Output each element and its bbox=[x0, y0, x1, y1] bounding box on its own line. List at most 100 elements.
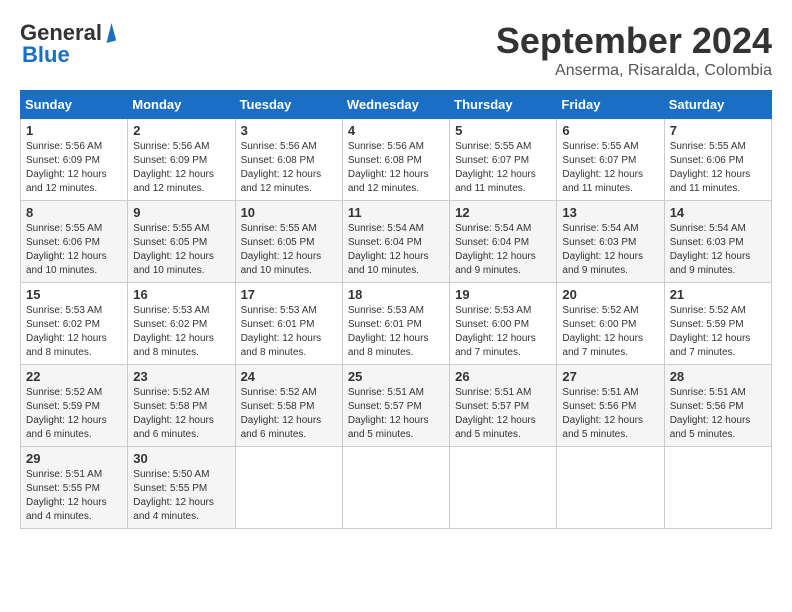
day-number: 11 bbox=[348, 205, 444, 220]
day-number: 7 bbox=[670, 123, 766, 138]
column-header-tuesday: Tuesday bbox=[235, 91, 342, 119]
day-detail: Sunrise: 5:52 AM Sunset: 5:59 PM Dayligh… bbox=[26, 386, 122, 442]
calendar-cell: 2 Sunrise: 5:56 AM Sunset: 6:09 PM Daylig… bbox=[128, 119, 235, 201]
calendar-cell: 12 Sunrise: 5:54 AM Sunset: 6:04 PM Dayli… bbox=[450, 201, 557, 283]
day-number: 8 bbox=[26, 205, 122, 220]
column-header-thursday: Thursday bbox=[450, 91, 557, 119]
location-subtitle: Anserma, Risaralda, Colombia bbox=[496, 62, 772, 80]
day-detail: Sunrise: 5:56 AM Sunset: 6:09 PM Dayligh… bbox=[26, 140, 122, 196]
day-number: 26 bbox=[455, 369, 551, 384]
calendar-cell: 14 Sunrise: 5:54 AM Sunset: 6:03 PM Dayli… bbox=[664, 201, 771, 283]
day-number: 23 bbox=[133, 369, 229, 384]
day-number: 25 bbox=[348, 369, 444, 384]
day-detail: Sunrise: 5:56 AM Sunset: 6:08 PM Dayligh… bbox=[348, 140, 444, 196]
day-number: 15 bbox=[26, 287, 122, 302]
day-number: 18 bbox=[348, 287, 444, 302]
day-number: 1 bbox=[26, 123, 122, 138]
calendar-cell: 13 Sunrise: 5:54 AM Sunset: 6:03 PM Dayli… bbox=[557, 201, 664, 283]
day-number: 30 bbox=[133, 451, 229, 466]
calendar-cell: 7 Sunrise: 5:55 AM Sunset: 6:06 PM Daylig… bbox=[664, 119, 771, 201]
calendar-cell bbox=[450, 447, 557, 529]
day-number: 10 bbox=[241, 205, 337, 220]
calendar-week-row: 22Sunrise: 5:52 AM Sunset: 5:59 PM Dayli… bbox=[21, 365, 772, 447]
calendar-cell: 23Sunrise: 5:52 AM Sunset: 5:58 PM Dayli… bbox=[128, 365, 235, 447]
calendar-week-row: 1 Sunrise: 5:56 AM Sunset: 6:09 PM Daylig… bbox=[21, 119, 772, 201]
day-detail: Sunrise: 5:56 AM Sunset: 6:08 PM Dayligh… bbox=[241, 140, 337, 196]
calendar-cell: 3 Sunrise: 5:56 AM Sunset: 6:08 PM Daylig… bbox=[235, 119, 342, 201]
calendar-cell: 6Sunrise: 5:55 AM Sunset: 6:07 PM Daylig… bbox=[557, 119, 664, 201]
calendar-cell bbox=[235, 447, 342, 529]
day-detail: Sunrise: 5:55 AM Sunset: 6:07 PM Dayligh… bbox=[455, 140, 551, 196]
day-detail: Sunrise: 5:51 AM Sunset: 5:55 PM Dayligh… bbox=[26, 468, 122, 524]
day-detail: Sunrise: 5:54 AM Sunset: 6:03 PM Dayligh… bbox=[670, 222, 766, 278]
title-section: September 2024 Anserma, Risaralda, Colom… bbox=[496, 20, 772, 80]
column-header-saturday: Saturday bbox=[664, 91, 771, 119]
day-number: 4 bbox=[348, 123, 444, 138]
day-number: 2 bbox=[133, 123, 229, 138]
day-number: 5 bbox=[455, 123, 551, 138]
column-header-wednesday: Wednesday bbox=[342, 91, 449, 119]
calendar-week-row: 15 Sunrise: 5:53 AM Sunset: 6:02 PM Dayli… bbox=[21, 283, 772, 365]
calendar-cell: 19Sunrise: 5:53 AM Sunset: 6:00 PM Dayli… bbox=[450, 283, 557, 365]
day-detail: Sunrise: 5:56 AM Sunset: 6:09 PM Dayligh… bbox=[133, 140, 229, 196]
calendar-cell bbox=[664, 447, 771, 529]
header: General Blue September 2024 Anserma, Ris… bbox=[20, 20, 772, 80]
calendar-cell: 5 Sunrise: 5:55 AM Sunset: 6:07 PM Daylig… bbox=[450, 119, 557, 201]
day-number: 12 bbox=[455, 205, 551, 220]
calendar-week-row: 8 Sunrise: 5:55 AM Sunset: 6:06 PM Daylig… bbox=[21, 201, 772, 283]
calendar-cell: 1 Sunrise: 5:56 AM Sunset: 6:09 PM Daylig… bbox=[21, 119, 128, 201]
column-header-sunday: Sunday bbox=[21, 91, 128, 119]
day-number: 29 bbox=[26, 451, 122, 466]
day-number: 3 bbox=[241, 123, 337, 138]
day-detail: Sunrise: 5:52 AM Sunset: 5:59 PM Dayligh… bbox=[670, 304, 766, 360]
day-number: 16 bbox=[133, 287, 229, 302]
calendar-cell: 11Sunrise: 5:54 AM Sunset: 6:04 PM Dayli… bbox=[342, 201, 449, 283]
day-detail: Sunrise: 5:55 AM Sunset: 6:05 PM Dayligh… bbox=[133, 222, 229, 278]
calendar-cell: 25 Sunrise: 5:51 AM Sunset: 5:57 PM Dayli… bbox=[342, 365, 449, 447]
calendar-header-row: SundayMondayTuesdayWednesdayThursdayFrid… bbox=[21, 91, 772, 119]
day-detail: Sunrise: 5:51 AM Sunset: 5:56 PM Dayligh… bbox=[670, 386, 766, 442]
calendar-cell: 24Sunrise: 5:52 AM Sunset: 5:58 PM Dayli… bbox=[235, 365, 342, 447]
calendar-cell: 10Sunrise: 5:55 AM Sunset: 6:05 PM Dayli… bbox=[235, 201, 342, 283]
day-detail: Sunrise: 5:53 AM Sunset: 6:01 PM Dayligh… bbox=[241, 304, 337, 360]
calendar-cell: 22Sunrise: 5:52 AM Sunset: 5:59 PM Dayli… bbox=[21, 365, 128, 447]
day-detail: Sunrise: 5:54 AM Sunset: 6:04 PM Dayligh… bbox=[455, 222, 551, 278]
column-header-monday: Monday bbox=[128, 91, 235, 119]
day-detail: Sunrise: 5:54 AM Sunset: 6:03 PM Dayligh… bbox=[562, 222, 658, 278]
calendar-cell: 21 Sunrise: 5:52 AM Sunset: 5:59 PM Dayli… bbox=[664, 283, 771, 365]
logo-blue-text: Blue bbox=[22, 42, 70, 67]
day-detail: Sunrise: 5:50 AM Sunset: 5:55 PM Dayligh… bbox=[133, 468, 229, 524]
calendar-cell bbox=[557, 447, 664, 529]
day-detail: Sunrise: 5:55 AM Sunset: 6:06 PM Dayligh… bbox=[670, 140, 766, 196]
calendar-cell: 17 Sunrise: 5:53 AM Sunset: 6:01 PM Dayli… bbox=[235, 283, 342, 365]
day-detail: Sunrise: 5:55 AM Sunset: 6:06 PM Dayligh… bbox=[26, 222, 122, 278]
day-detail: Sunrise: 5:51 AM Sunset: 5:57 PM Dayligh… bbox=[455, 386, 551, 442]
calendar-cell: 30 Sunrise: 5:50 AM Sunset: 5:55 PM Dayli… bbox=[128, 447, 235, 529]
calendar-cell: 20 Sunrise: 5:52 AM Sunset: 6:00 PM Dayli… bbox=[557, 283, 664, 365]
day-number: 19 bbox=[455, 287, 551, 302]
calendar-cell: 27Sunrise: 5:51 AM Sunset: 5:56 PM Dayli… bbox=[557, 365, 664, 447]
day-number: 13 bbox=[562, 205, 658, 220]
calendar-cell: 15Sunrise: 5:53 AM Sunset: 6:02 PM Dayli… bbox=[21, 283, 128, 365]
day-number: 14 bbox=[670, 205, 766, 220]
calendar-cell: 26 Sunrise: 5:51 AM Sunset: 5:57 PM Dayli… bbox=[450, 365, 557, 447]
month-year-title: September 2024 bbox=[496, 20, 772, 62]
day-number: 28 bbox=[670, 369, 766, 384]
day-number: 9 bbox=[133, 205, 229, 220]
day-number: 20 bbox=[562, 287, 658, 302]
column-header-friday: Friday bbox=[557, 91, 664, 119]
day-number: 21 bbox=[670, 287, 766, 302]
day-detail: Sunrise: 5:52 AM Sunset: 6:00 PM Dayligh… bbox=[562, 304, 658, 360]
logo: General Blue bbox=[20, 20, 114, 68]
day-detail: Sunrise: 5:55 AM Sunset: 6:07 PM Dayligh… bbox=[562, 140, 658, 196]
day-number: 27 bbox=[562, 369, 658, 384]
calendar-cell: 9 Sunrise: 5:55 AM Sunset: 6:05 PM Daylig… bbox=[128, 201, 235, 283]
day-number: 17 bbox=[241, 287, 337, 302]
day-detail: Sunrise: 5:51 AM Sunset: 5:57 PM Dayligh… bbox=[348, 386, 444, 442]
day-detail: Sunrise: 5:53 AM Sunset: 6:01 PM Dayligh… bbox=[348, 304, 444, 360]
day-detail: Sunrise: 5:53 AM Sunset: 6:02 PM Dayligh… bbox=[133, 304, 229, 360]
calendar-cell bbox=[342, 447, 449, 529]
calendar-cell: 16 Sunrise: 5:53 AM Sunset: 6:02 PM Dayli… bbox=[128, 283, 235, 365]
calendar-cell: 29 Sunrise: 5:51 AM Sunset: 5:55 PM Dayli… bbox=[21, 447, 128, 529]
day-detail: Sunrise: 5:52 AM Sunset: 5:58 PM Dayligh… bbox=[241, 386, 337, 442]
